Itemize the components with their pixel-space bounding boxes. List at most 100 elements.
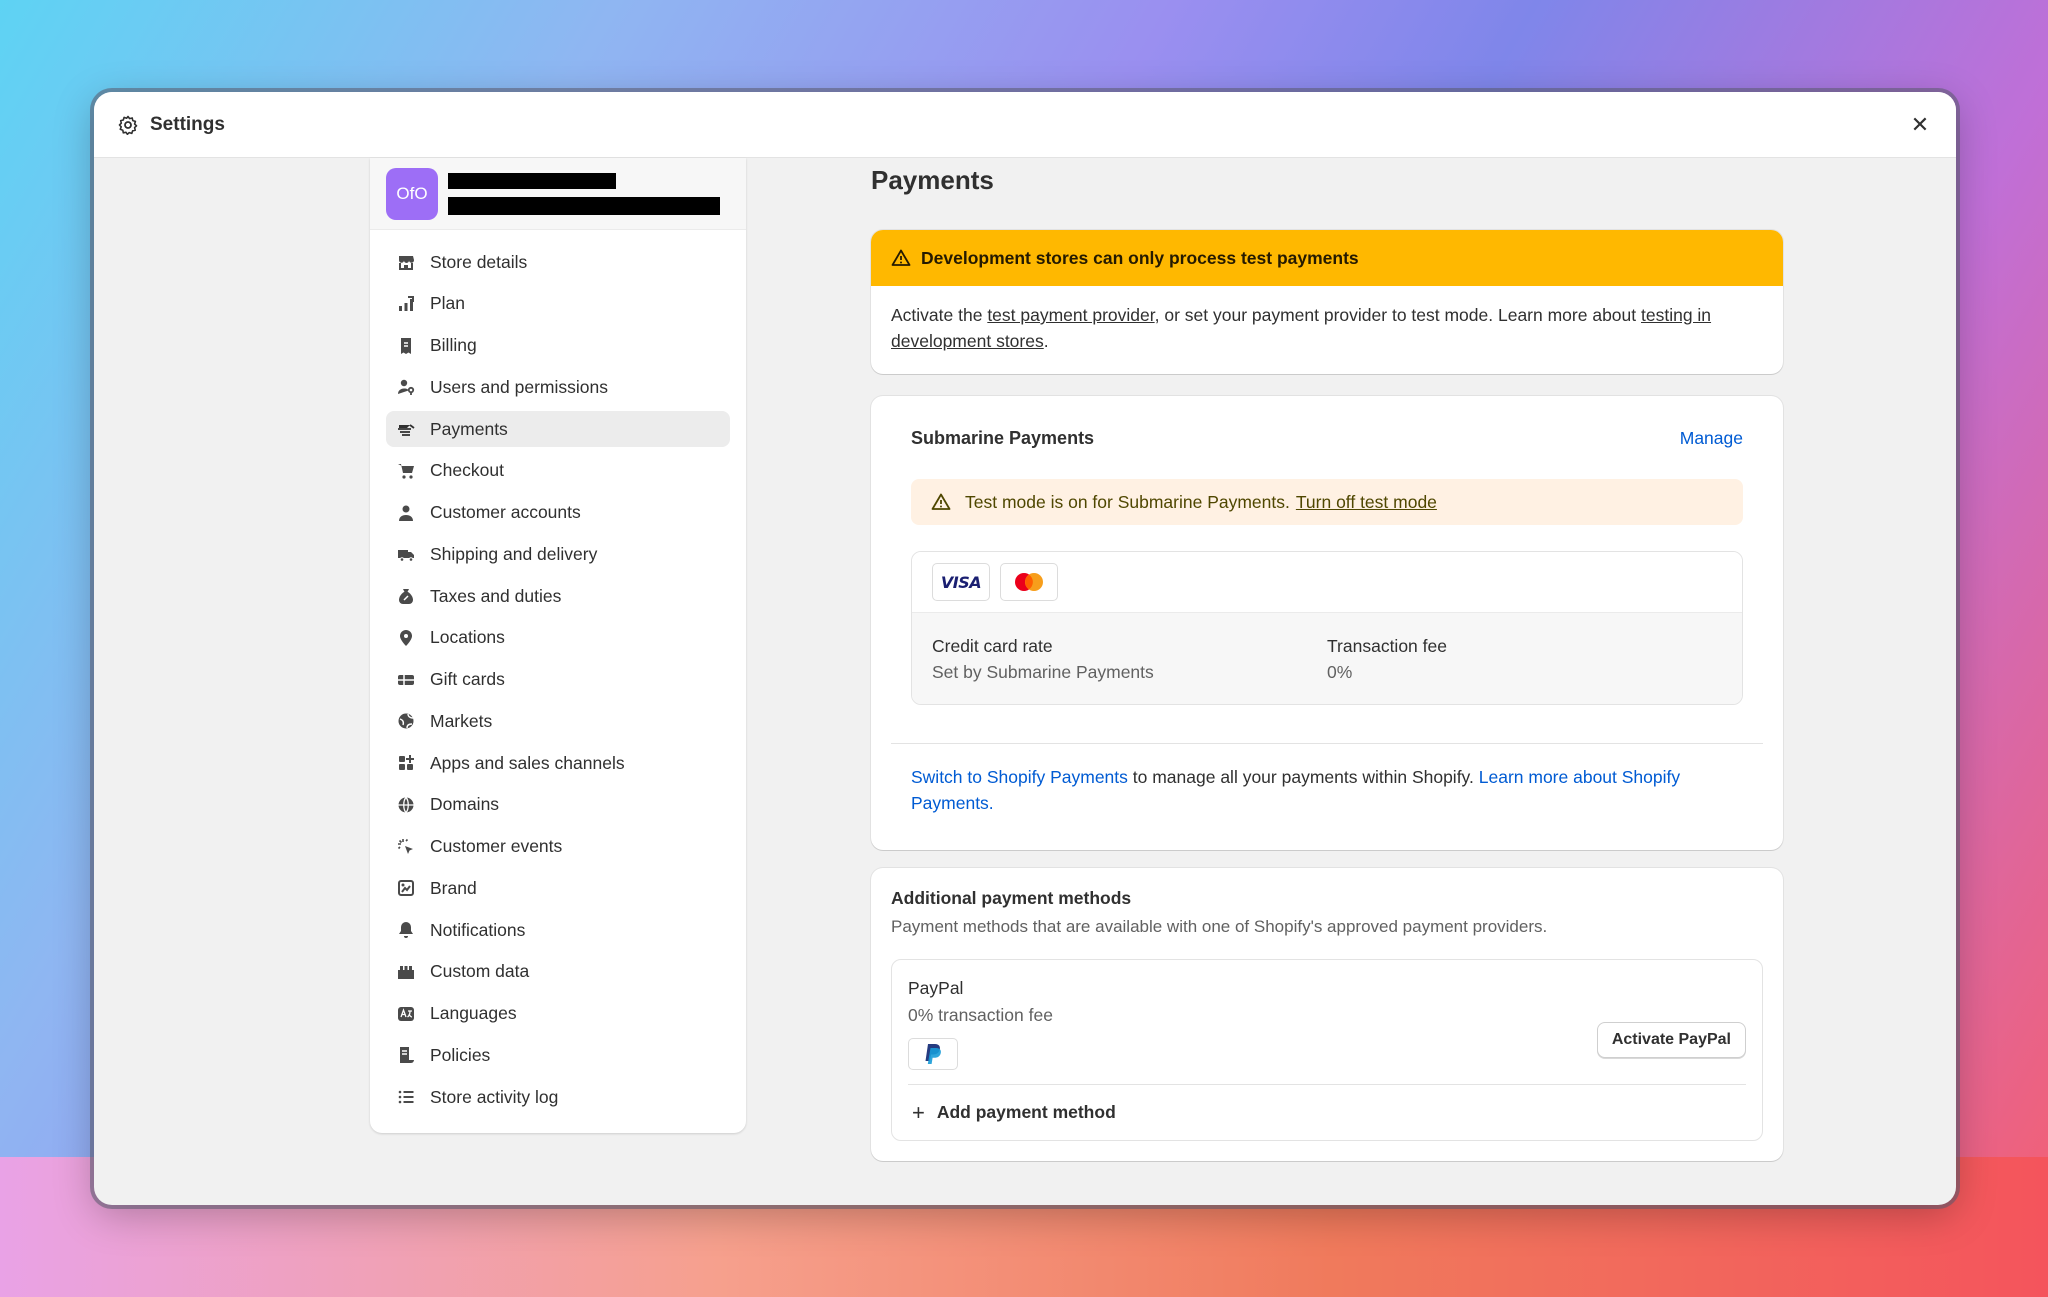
warning-icon: [931, 492, 951, 512]
sidebar-item-brand[interactable]: Brand: [386, 870, 730, 906]
sidebar-item-store-activity-log[interactable]: Store activity log: [386, 1079, 730, 1115]
sidebar-item-policies[interactable]: Policies: [386, 1037, 730, 1073]
domain-globe-icon: [394, 793, 418, 817]
banner-heading: Development stores can only process test…: [871, 230, 1783, 286]
test-payment-provider-link[interactable]: test payment provider: [987, 305, 1154, 325]
store-icon: [394, 250, 418, 274]
sidebar-item-label: Markets: [430, 710, 493, 731]
warning-icon: [891, 248, 911, 268]
sidebar-item-apps-and-sales-channels[interactable]: Apps and sales channels: [386, 745, 730, 781]
rate-label: Credit card rate: [932, 636, 1053, 656]
sidebar-item-label: Customer events: [430, 836, 563, 856]
sidebar-item-checkout[interactable]: Checkout: [386, 453, 730, 489]
paypal-row: PayPal 0% transaction fee Activate PayPa…: [908, 978, 1746, 1070]
redaction-bar: [448, 196, 720, 215]
sidebar-item-store-details[interactable]: Store details: [386, 244, 730, 280]
section-subtitle: Payment methods that are available with …: [891, 917, 1548, 936]
sidebar-item-label: Gift cards: [430, 669, 505, 689]
sidebar-item-label: Locations: [430, 627, 505, 648]
banner-text: , or set your payment provider to test m…: [1154, 305, 1641, 325]
close-button[interactable]: ✕: [1906, 111, 1934, 139]
list-icon: [394, 1085, 418, 1109]
sidebar-item-label: Plan: [430, 293, 466, 314]
page-title: Payments: [871, 165, 994, 195]
apps-icon: [394, 751, 418, 775]
visa-icon: VISA: [932, 563, 990, 601]
dev-store-banner: Development stores can only process test…: [871, 230, 1783, 374]
policies-icon: [394, 1043, 418, 1067]
sidebar-item-label: Payments: [430, 418, 508, 439]
custom-data-icon: [394, 960, 418, 984]
mastercard-icon: [1000, 563, 1058, 601]
add-payment-method-button[interactable]: + Add payment method: [908, 1084, 1746, 1140]
store-header[interactable]: OfO: [370, 158, 746, 230]
gift-card-icon: [394, 668, 418, 692]
sidebar-item-label: Notifications: [430, 919, 526, 940]
credit-card-rate: Credit card rate Set by Submarine Paymen…: [932, 633, 1327, 704]
sidebar-item-label: Users and permissions: [430, 376, 608, 397]
sidebar-item-locations[interactable]: Locations: [386, 620, 730, 656]
sidebar-item-label: Domains: [430, 794, 500, 815]
activate-paypal-button[interactable]: Activate PayPal: [1596, 1022, 1746, 1058]
globe-icon: [394, 709, 418, 733]
turn-off-test-mode-link[interactable]: Turn off test mode: [1296, 492, 1437, 513]
fee-value: 0%: [1327, 662, 1353, 682]
rate-value: Set by Submarine Payments: [932, 662, 1154, 682]
sidebar-item-label: Store details: [430, 251, 528, 272]
visa-label: VISA: [940, 572, 982, 592]
provider-header: Submarine Payments Manage: [911, 428, 1743, 449]
add-payment-method-label: Add payment method: [936, 1102, 1116, 1122]
truck-icon: [394, 542, 418, 566]
payment-methods-box: PayPal 0% transaction fee Activate PayPa…: [891, 959, 1763, 1141]
sidebar-item-label: Brand: [430, 877, 477, 898]
test-mode-note: Test mode is on for Submarine Payments. …: [911, 479, 1743, 525]
settings-sidebar: OfO Store details Plan Billing Users and pe…: [370, 158, 746, 1133]
main-content: Payments Development stores can only pro…: [871, 158, 1783, 1161]
sidebar-item-taxes-and-duties[interactable]: Taxes and duties: [386, 578, 730, 614]
section-title: Additional payment methods: [891, 888, 1132, 908]
sidebar-item-shipping-and-delivery[interactable]: Shipping and delivery: [386, 536, 730, 572]
sidebar-item-customer-events[interactable]: Customer events: [386, 829, 730, 865]
settings-window: Settings ✕ OfO Store details Plan Billing U…: [94, 92, 1956, 1205]
title-bar: Settings ✕: [94, 92, 1956, 158]
banner-body: Activate the test payment provider, or s…: [871, 286, 1783, 374]
tax-icon: [394, 584, 418, 608]
manage-link[interactable]: Manage: [1680, 428, 1743, 449]
sidebar-item-domains[interactable]: Domains: [386, 787, 730, 823]
sidebar-item-billing[interactable]: Billing: [386, 328, 730, 364]
window-title: Settings: [150, 113, 225, 135]
store-avatar: OfO: [386, 167, 438, 220]
sidebar-item-notifications[interactable]: Notifications: [386, 912, 730, 948]
banner-heading-text: Development stores can only process test…: [921, 247, 1359, 268]
language-icon: [394, 1002, 418, 1026]
accepted-cards: VISA: [912, 552, 1742, 612]
sidebar-item-custom-data[interactable]: Custom data: [386, 954, 730, 990]
sidebar-item-plan[interactable]: Plan: [386, 286, 730, 322]
redacted-store-info: [448, 172, 720, 215]
provider-name: Submarine Payments: [911, 428, 1095, 448]
banner-text: Activate the: [891, 305, 988, 325]
rates-row: Credit card rate Set by Submarine Paymen…: [912, 612, 1742, 704]
transaction-fee: Transaction fee 0%: [1327, 633, 1722, 704]
sidebar-item-label: Shipping and delivery: [430, 543, 598, 564]
switch-to-shopify-payments-link[interactable]: Switch to Shopify Payments: [911, 767, 1128, 787]
sidebar-item-customer-accounts[interactable]: Customer accounts: [386, 495, 730, 531]
settings-nav: Store details Plan Billing Users and permis…: [370, 230, 746, 1115]
additional-payment-methods: Additional payment methods Payment metho…: [871, 868, 1783, 1161]
fee-label: Transaction fee: [1327, 636, 1447, 656]
sidebar-item-gift-cards[interactable]: Gift cards: [386, 662, 730, 698]
sidebar-item-users-and-permissions[interactable]: Users and permissions: [386, 369, 730, 405]
sidebar-item-label: Policies: [430, 1044, 491, 1065]
paypal-fee: 0% transaction fee: [908, 1005, 1053, 1025]
sidebar-item-languages[interactable]: Languages: [386, 996, 730, 1032]
bell-icon: [394, 918, 418, 942]
sidebar-item-label: Apps and sales channels: [430, 752, 625, 773]
switch-text: to manage all your payments within Shopi…: [1127, 767, 1479, 787]
sidebar-item-label: Languages: [430, 1003, 517, 1023]
sidebar-item-payments[interactable]: Payments: [386, 411, 730, 447]
sidebar-item-markets[interactable]: Markets: [386, 703, 730, 739]
sidebar-item-label: Checkout: [430, 460, 504, 481]
billing-icon: [394, 334, 418, 358]
rate-box: VISA Credit card rate Set by Submarine P…: [911, 551, 1743, 705]
users-icon: [394, 375, 418, 399]
